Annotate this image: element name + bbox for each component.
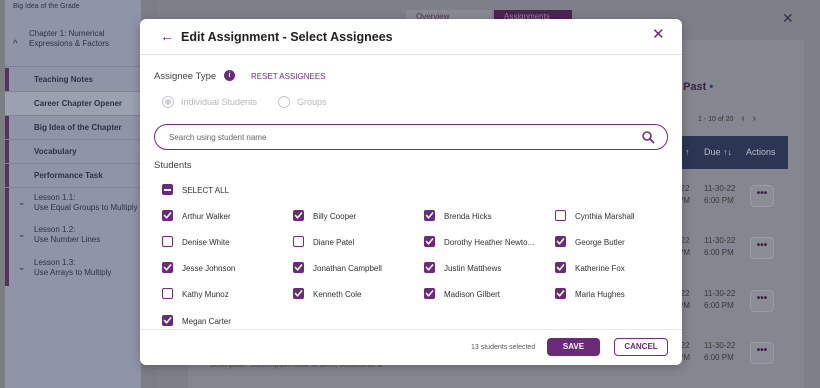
radio-label: Individual Students: [181, 97, 258, 107]
sidebar-lesson[interactable]: ⌄ Lesson 1.3: Use Arrays to Multiply: [5, 253, 141, 281]
student-checkbox[interactable]: [162, 262, 173, 273]
cancel-button[interactable]: CANCEL: [614, 338, 668, 356]
student-checkbox-row[interactable]: Cynthia Marshall: [555, 210, 683, 222]
save-button[interactable]: SAVE: [547, 338, 600, 356]
chevron-right-icon[interactable]: ›: [753, 113, 756, 124]
student-checkbox-row[interactable]: Jonathan Campbell: [293, 262, 421, 274]
search-input[interactable]: [169, 131, 629, 144]
student-checkbox[interactable]: [424, 210, 435, 221]
student-checkbox-row[interactable]: Dorothy Heather Newto...: [424, 236, 552, 248]
student-checkbox[interactable]: [424, 236, 435, 247]
sidebar: Big Idea of the Grade ^ Chapter 1: Numer…: [5, 0, 141, 388]
selected-count: 13 students selected: [471, 344, 536, 351]
student-name: Maria Hughes: [575, 290, 625, 299]
search-box: [154, 124, 668, 150]
student-name: Dorothy Heather Newto...: [444, 238, 535, 247]
sidebar-item-teaching-notes[interactable]: Teaching Notes: [5, 68, 141, 92]
student-checkbox-row[interactable]: Justin Matthews: [424, 262, 552, 274]
radio-button[interactable]: [162, 96, 174, 108]
radio-label: Groups: [297, 97, 327, 107]
modal-header: ← Edit Assignment - Select Assignees ✕: [140, 19, 682, 55]
students-label: Students: [154, 160, 192, 171]
student-checkbox[interactable]: [555, 210, 566, 221]
select-all-checkbox[interactable]: [162, 184, 173, 195]
student-name: Megan Carter: [182, 317, 231, 326]
student-name: Arthur Walker: [182, 212, 231, 221]
sidebar-item-vocabulary[interactable]: Vocabulary: [5, 140, 141, 164]
student-checkbox[interactable]: [162, 315, 173, 326]
modal-title: Edit Assignment - Select Assignees: [181, 30, 393, 44]
student-name: Katherine Fox: [575, 264, 625, 273]
student-checkbox[interactable]: [162, 210, 173, 221]
chevron-left-icon[interactable]: ‹: [741, 113, 744, 124]
assignee-type-label: Assignee Type: [154, 71, 217, 82]
student-checkbox-row[interactable]: Kathy Munoz: [162, 288, 290, 300]
student-name: Billy Cooper: [313, 212, 357, 221]
student-checkbox[interactable]: [293, 288, 304, 299]
chevron-up-icon: ^: [13, 39, 18, 50]
student-checkbox[interactable]: [555, 262, 566, 273]
sidebar-lesson[interactable]: ⌄ Lesson 1.1: Use Equal Groups to Multipl…: [5, 188, 141, 216]
sidebar-chapter[interactable]: ^ Chapter 1: Numerical Expressions & Fac…: [5, 15, 141, 67]
student-checkbox[interactable]: [162, 236, 173, 247]
student-checkbox[interactable]: [293, 210, 304, 221]
sidebar-item-performance-task[interactable]: Performance Task: [5, 164, 141, 188]
student-checkbox-row[interactable]: Madison Gilbert: [424, 288, 552, 300]
student-name: Jonathan Campbell: [313, 264, 382, 273]
more-actions-button[interactable]: •••: [750, 290, 774, 312]
sidebar-item-big-idea[interactable]: Big Idea of the Chapter: [5, 116, 141, 140]
student-checkbox-row[interactable]: Arthur Walker: [162, 210, 290, 222]
student-checkbox[interactable]: [293, 236, 304, 247]
student-checkbox[interactable]: [424, 288, 435, 299]
table-header: ↑ Due ↑↓ Actions: [676, 136, 788, 169]
search-icon[interactable]: [641, 130, 655, 144]
student-checkbox-row[interactable]: Denise White: [162, 236, 290, 248]
modal-footer: 13 students selected SAVE CANCEL: [140, 329, 682, 365]
select-all-label: SELECT ALL: [182, 186, 229, 195]
student-checkbox[interactable]: [555, 236, 566, 247]
student-checkbox[interactable]: [555, 288, 566, 299]
student-name: Madison Gilbert: [444, 290, 501, 299]
student-checkbox-row[interactable]: Brenda Hicks: [424, 210, 552, 222]
pagination: 1 - 10 of 20 ‹ ›: [698, 113, 757, 124]
student-name: Denise White: [182, 238, 230, 247]
select-assignees-modal: ← Edit Assignment - Select Assignees ✕ A…: [140, 19, 682, 365]
student-checkbox-row[interactable]: Megan Carter: [162, 315, 290, 327]
student-name: Brenda Hicks: [444, 212, 492, 221]
more-actions-button[interactable]: •••: [750, 185, 774, 207]
more-actions-button[interactable]: •••: [750, 342, 774, 364]
chevron-down-icon: ⌄: [18, 262, 26, 272]
student-name: Kenneth Cole: [313, 290, 362, 299]
student-checkbox-row[interactable]: Katherine Fox: [555, 262, 683, 274]
student-checkbox-row[interactable]: George Butler: [555, 236, 683, 248]
student-name: Justin Matthews: [444, 264, 502, 273]
student-checkbox[interactable]: [162, 288, 173, 299]
student-name: Jesse Johnson: [182, 264, 236, 273]
student-checkbox[interactable]: [293, 262, 304, 273]
info-icon[interactable]: i: [224, 70, 235, 81]
chevron-down-icon: ⌄: [18, 229, 26, 239]
student-checkbox-row[interactable]: Diane Patel: [293, 236, 421, 248]
student-checkbox-row[interactable]: Maria Hughes: [555, 288, 683, 300]
arrow-left-icon[interactable]: ←: [160, 29, 174, 43]
past-heading: Past •: [683, 81, 714, 93]
chevron-down-icon: ⌄: [18, 197, 26, 207]
student-checkbox[interactable]: [424, 262, 435, 273]
reset-assignees-link[interactable]: RESET ASSIGNEES: [251, 72, 326, 81]
student-checkbox-row[interactable]: Jesse Johnson: [162, 262, 290, 274]
student-name: Diane Patel: [313, 238, 355, 247]
student-name: Kathy Munoz: [182, 290, 229, 299]
student-name: Cynthia Marshall: [575, 212, 635, 221]
sidebar-lesson[interactable]: ⌄ Lesson 1.2: Use Number Lines: [5, 220, 141, 248]
sidebar-chapter-label: Chapter 1: Numerical Expressions & Facto…: [29, 29, 110, 48]
student-checkbox-row[interactable]: Billy Cooper: [293, 210, 421, 222]
student-name: George Butler: [575, 238, 625, 247]
sidebar-item-career-chapter-opener[interactable]: Career Chapter Opener: [5, 92, 141, 116]
more-actions-button[interactable]: •••: [750, 237, 774, 259]
close-icon[interactable]: ✕: [652, 27, 665, 42]
student-checkbox-row[interactable]: Kenneth Cole: [293, 288, 421, 300]
sidebar-top-item[interactable]: Big Idea of the Grade: [13, 3, 80, 10]
close-icon[interactable]: ✕: [782, 10, 794, 27]
radio-button[interactable]: [278, 96, 290, 108]
